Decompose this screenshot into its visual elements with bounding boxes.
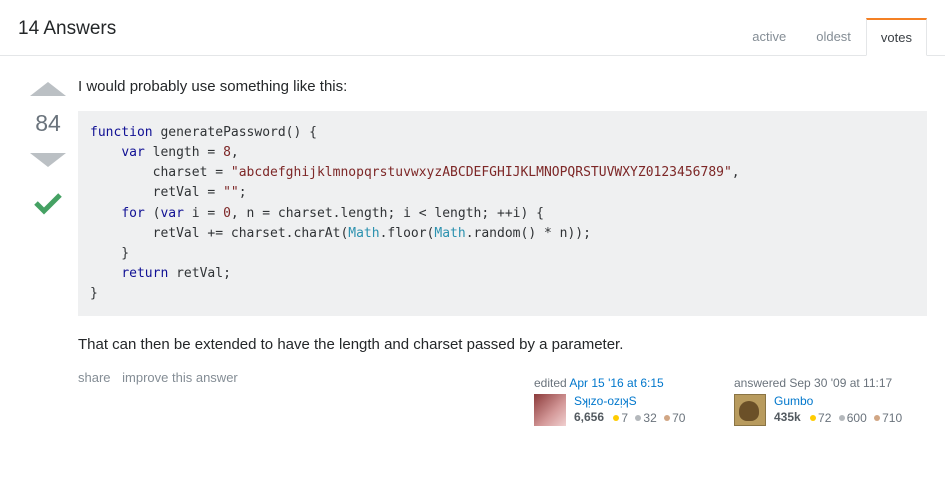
code-text: .floor( [380,226,435,241]
outro-text: That can then be extended to have the le… [78,334,927,355]
author-name-link[interactable]: Gumbo [774,394,902,408]
code-text: retVal = [90,185,223,200]
editor-avatar[interactable] [534,394,566,426]
code-num: 8 [223,145,231,160]
tab-active[interactable]: active [737,18,801,56]
post-menu: share improve this answer [78,370,246,433]
improve-link[interactable]: improve this answer [122,370,238,385]
code-block: function generatePassword() { var length… [78,111,927,316]
code-text: , n = charset.length; i < length; ++i) { [231,206,544,221]
code-text: charset = [90,165,231,180]
vote-cell: 84 [18,76,78,433]
answer-action: answered Sep 30 '09 at 11:17 [734,376,920,390]
vote-score: 84 [18,100,78,149]
code-kw: return [121,266,168,281]
code-type: Math [434,226,465,241]
answer-time: Sep 30 '09 at 11:17 [789,376,892,390]
accepted-check-icon [30,185,66,221]
gold-badge-icon [613,415,619,421]
tab-oldest[interactable]: oldest [801,18,866,56]
code-kw: for [121,206,144,221]
editor-gold: 7 [621,411,628,425]
code-text: length = [145,145,223,160]
code-num: 0 [223,206,231,221]
edit-time-link[interactable]: Apr 15 '16 at 6:15 [569,376,663,390]
editor-bronze: 70 [672,411,685,425]
code-text: retVal; [168,266,231,281]
code-str: "abcdefghijklmnopqrstuvwxyzABCDEFGHIJKLM… [231,165,732,180]
answer-prefix: answered [734,376,789,390]
code-text: generatePassword() { [153,125,317,140]
code-kw: var [121,145,144,160]
answers-header: 14 Answers active oldest votes [0,0,945,56]
gold-badge-icon [810,415,816,421]
code-str: "" [223,185,239,200]
post-footer: share improve this answer edited Apr 15 … [78,370,927,433]
code-text: ( [145,206,161,221]
code-text: } [90,286,98,301]
signatures: edited Apr 15 '16 at 6:15 Sʞᴉzo-ozᴉʞS 6,… [527,370,927,433]
code-text: , [732,165,740,180]
author-flair: 435k 72 600 710 [774,410,902,425]
code-text: .random() * n)); [466,226,591,241]
bronze-badge-icon [874,415,880,421]
editor-rep: 6,656 [574,410,604,424]
post-body: I would probably use something like this… [78,76,927,433]
code-text: , [231,145,239,160]
upvote-icon[interactable] [30,82,66,96]
code-kw: var [160,206,183,221]
code-text: } [90,246,129,261]
author-rep: 435k [774,410,801,424]
author-silver: 600 [847,411,867,425]
answer: 84 I would probably use something like t… [0,56,945,443]
sort-tabs: active oldest votes [737,18,927,56]
silver-badge-icon [635,415,641,421]
code-text: i = [184,206,223,221]
editor-silver: 32 [643,411,656,425]
editor-flair: 6,656 7 32 70 [574,410,685,425]
post-text: I would probably use something like this… [78,76,927,355]
tab-votes[interactable]: votes [866,18,927,56]
share-link[interactable]: share [78,370,111,385]
silver-badge-icon [839,415,845,421]
author-signature: answered Sep 30 '09 at 11:17 Gumbo 435k … [727,370,927,433]
intro-text: I would probably use something like this… [78,76,927,97]
author-avatar[interactable] [734,394,766,426]
author-bronze: 710 [882,411,902,425]
editor-signature: edited Apr 15 '16 at 6:15 Sʞᴉzo-ozᴉʞS 6,… [527,370,727,433]
downvote-icon[interactable] [30,153,66,167]
code-kw: function [90,125,153,140]
code-type: Math [348,226,379,241]
answers-count-title: 14 Answers [18,18,116,52]
editor-name-link[interactable]: Sʞᴉzo-ozᴉʞS [574,394,685,408]
edit-prefix: edited [534,376,569,390]
bronze-badge-icon [664,415,670,421]
code-text: retVal += charset.charAt( [90,226,348,241]
author-gold: 72 [818,411,831,425]
code-text: ; [239,185,247,200]
edit-action: edited Apr 15 '16 at 6:15 [534,376,720,390]
